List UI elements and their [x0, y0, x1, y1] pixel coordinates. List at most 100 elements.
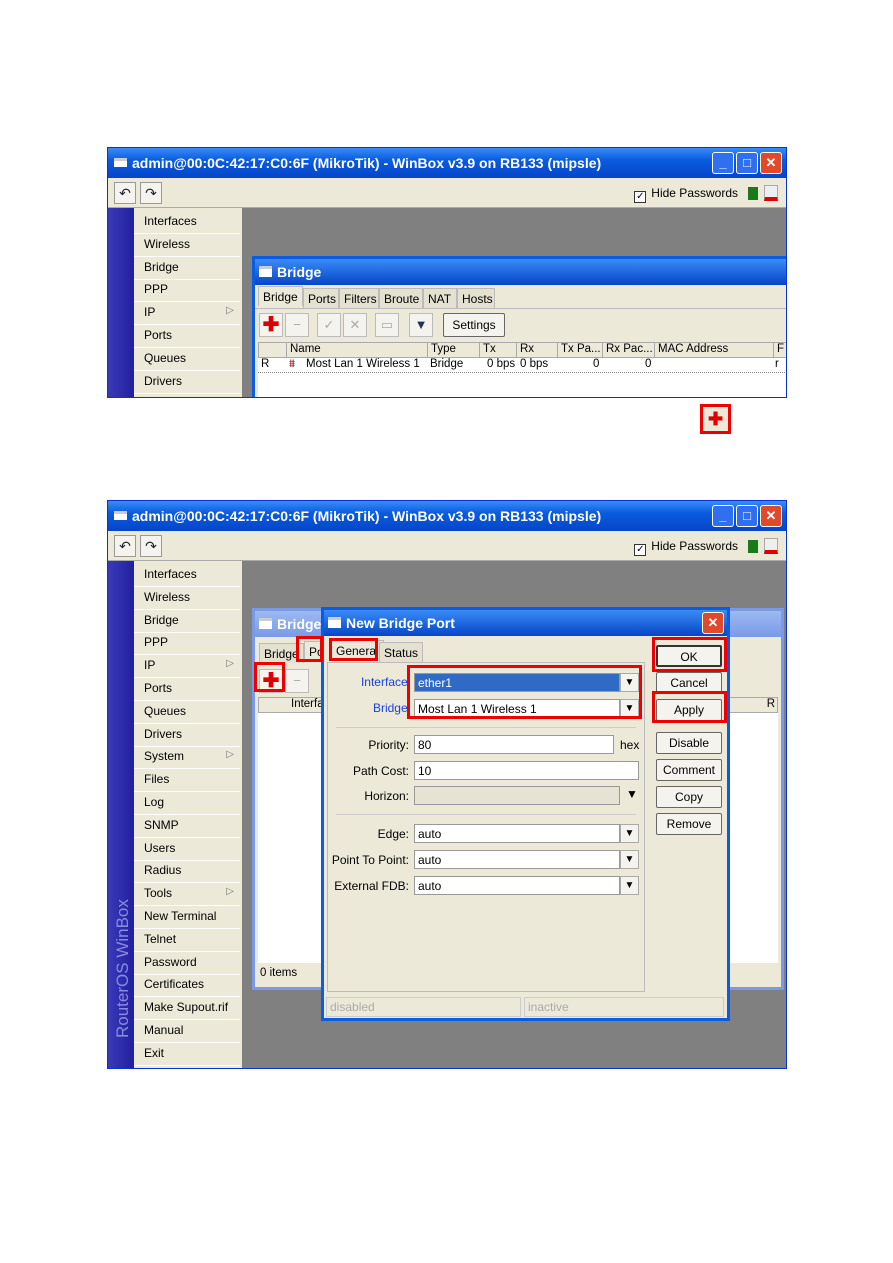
col-type[interactable]: Type	[428, 343, 480, 358]
close-button[interactable]: ✕	[760, 505, 782, 527]
col-mac[interactable]: MAC Address	[655, 343, 774, 358]
sidebar-item-queues[interactable]: Queues	[134, 701, 240, 724]
sidebar-item-make-supout-rif[interactable]: Make Supout.rif	[134, 997, 240, 1021]
col-tx-packets[interactable]: Tx Pa...	[558, 343, 603, 358]
add-icon[interactable]: ✚	[259, 313, 283, 337]
sidebar-item-ppp[interactable]: PPP	[134, 279, 240, 303]
add-icon[interactable]: ✚	[259, 669, 283, 693]
maximize-button[interactable]: □	[736, 505, 758, 527]
sidebar-item-manual[interactable]: Manual	[134, 1020, 240, 1043]
sidebar-item-certificates[interactable]: Certificates	[134, 974, 240, 998]
winbox-window-1: admin@00:0C:42:17:C0:6F (MikroTik) - Win…	[107, 147, 787, 398]
sidebar-item-bridge[interactable]: Bridge	[134, 257, 240, 280]
winbox-window-2: admin@00:0C:42:17:C0:6F (MikroTik) - Win…	[107, 500, 787, 1069]
interface-select[interactable]: ether1	[414, 673, 620, 692]
dropdown-icon[interactable]: ▼	[620, 824, 639, 843]
comment-icon[interactable]: ▭	[375, 313, 399, 337]
sidebar-item-tools[interactable]: Tools ▷	[134, 883, 240, 907]
col-rx[interactable]: Rx	[517, 343, 558, 358]
tab-general[interactable]: General	[331, 640, 384, 660]
tab-ports[interactable]: Ports	[303, 288, 339, 308]
tab-filters[interactable]: Filters	[339, 288, 379, 308]
apply-button[interactable]: Apply	[656, 699, 722, 721]
tab-bridge[interactable]: Bridge	[258, 286, 303, 306]
remove-button[interactable]: Remove	[656, 813, 722, 835]
sidebar-item-exit[interactable]: Exit	[134, 1043, 240, 1066]
undo-icon[interactable]: ↶	[114, 535, 136, 557]
sidebar-item-ppp[interactable]: PPP	[134, 632, 240, 656]
sidebar-item-drivers[interactable]: Drivers	[134, 724, 240, 747]
horizon-input[interactable]	[414, 786, 620, 805]
filter-icon[interactable]: ▼	[409, 313, 433, 337]
sidebar-item-queues[interactable]: Queues	[134, 348, 240, 371]
col-rx-packets[interactable]: Rx Pac...	[603, 343, 655, 358]
minimize-button[interactable]: _	[712, 505, 734, 527]
tab-bridge[interactable]: Bridge	[259, 643, 304, 663]
col-interface[interactable]: Interfa	[291, 698, 324, 710]
redo-icon[interactable]: ↷	[140, 535, 162, 557]
dialog-close-button[interactable]: ✕	[702, 612, 724, 634]
hide-passwords-checkbox[interactable]: ✓ Hide Passwords	[634, 186, 738, 203]
sidebar-item-ports[interactable]: Ports	[134, 678, 240, 701]
sidebar-item-wireless[interactable]: Wireless	[134, 587, 240, 610]
sidebar-item-new-terminal[interactable]: New Terminal	[134, 906, 240, 929]
remove-icon[interactable]: −	[285, 669, 309, 693]
ok-button[interactable]: OK	[656, 645, 722, 667]
bridge-title: Bridge	[277, 264, 322, 280]
maximize-button[interactable]: □	[736, 152, 758, 174]
table-row[interactable]: R ⩩ Most Lan 1 Wireless 1 Bridge 0 bps 0…	[258, 358, 786, 373]
minimize-button[interactable]: _	[712, 152, 734, 174]
sidebar-item-drivers[interactable]: Drivers	[134, 371, 240, 394]
sidebar-item-users[interactable]: Users	[134, 838, 240, 861]
sidebar-item-log[interactable]: Log	[134, 792, 240, 815]
sidebar-brand: RouterOS WinBox	[113, 899, 132, 1038]
sidebar-item-password[interactable]: Password	[134, 952, 240, 975]
dropdown-icon[interactable]: ▼	[620, 699, 639, 718]
tab-nat[interactable]: NAT	[423, 288, 457, 308]
hide-passwords-label: Hide Passwords	[651, 539, 738, 553]
sidebar-item-bridge[interactable]: Bridge	[134, 610, 240, 633]
expand-icon[interactable]: ▼	[626, 787, 638, 801]
close-button[interactable]: ✕	[760, 152, 782, 174]
sidebar-item-system[interactable]: System ▷	[134, 746, 240, 770]
col-f[interactable]: F	[774, 343, 786, 358]
dropdown-icon[interactable]: ▼	[620, 876, 639, 895]
point-to-point-select[interactable]: auto	[414, 850, 620, 869]
settings-button[interactable]: Settings	[443, 313, 505, 337]
tab-hosts[interactable]: Hosts	[457, 288, 495, 308]
sidebar-item-wireless[interactable]: Wireless	[134, 234, 240, 257]
sidebar-item-files[interactable]: Files	[134, 769, 240, 793]
dropdown-icon[interactable]: ▼	[620, 673, 639, 692]
path-cost-input[interactable]: 10	[414, 761, 639, 780]
priority-input[interactable]: 80	[414, 735, 614, 754]
dropdown-icon[interactable]: ▼	[620, 850, 639, 869]
col-r[interactable]: R	[767, 698, 775, 710]
redo-icon[interactable]: ↷	[140, 182, 162, 204]
sidebar-item-interfaces[interactable]: Interfaces	[134, 564, 240, 587]
copy-button[interactable]: Copy	[656, 786, 722, 808]
edge-select[interactable]: auto	[414, 824, 620, 843]
sidebar-item-ports[interactable]: Ports	[134, 325, 240, 348]
sidebar-item-snmp[interactable]: SNMP	[134, 815, 240, 838]
sidebar-item-ip[interactable]: IP ▷	[134, 655, 240, 679]
sidebar-item-label: New Terminal	[144, 909, 217, 923]
undo-icon[interactable]: ↶	[114, 182, 136, 204]
external-fdb-select[interactable]: auto	[414, 876, 620, 895]
remove-icon[interactable]: −	[285, 313, 309, 337]
col-name[interactable]: Name	[287, 343, 428, 358]
tab-broute[interactable]: Broute	[379, 288, 423, 308]
comment-button[interactable]: Comment	[656, 759, 722, 781]
sidebar-item-radius[interactable]: Radius	[134, 860, 240, 884]
sidebar-item-ip[interactable]: IP ▷	[134, 302, 240, 326]
sidebar-item-interfaces[interactable]: Interfaces	[134, 211, 240, 234]
tab-status[interactable]: Status	[379, 642, 424, 662]
title-bar: admin@00:0C:42:17:C0:6F (MikroTik) - Win…	[108, 148, 786, 178]
sidebar-item-telnet[interactable]: Telnet	[134, 929, 240, 952]
disable-icon[interactable]: ✕	[343, 313, 367, 337]
cancel-button[interactable]: Cancel	[656, 672, 722, 694]
disable-button[interactable]: Disable	[656, 732, 722, 754]
col-tx[interactable]: Tx	[480, 343, 517, 358]
enable-icon[interactable]: ✓	[317, 313, 341, 337]
bridge-select[interactable]: Most Lan 1 Wireless 1	[414, 699, 620, 718]
hide-passwords-checkbox[interactable]: ✓ Hide Passwords	[634, 539, 738, 556]
